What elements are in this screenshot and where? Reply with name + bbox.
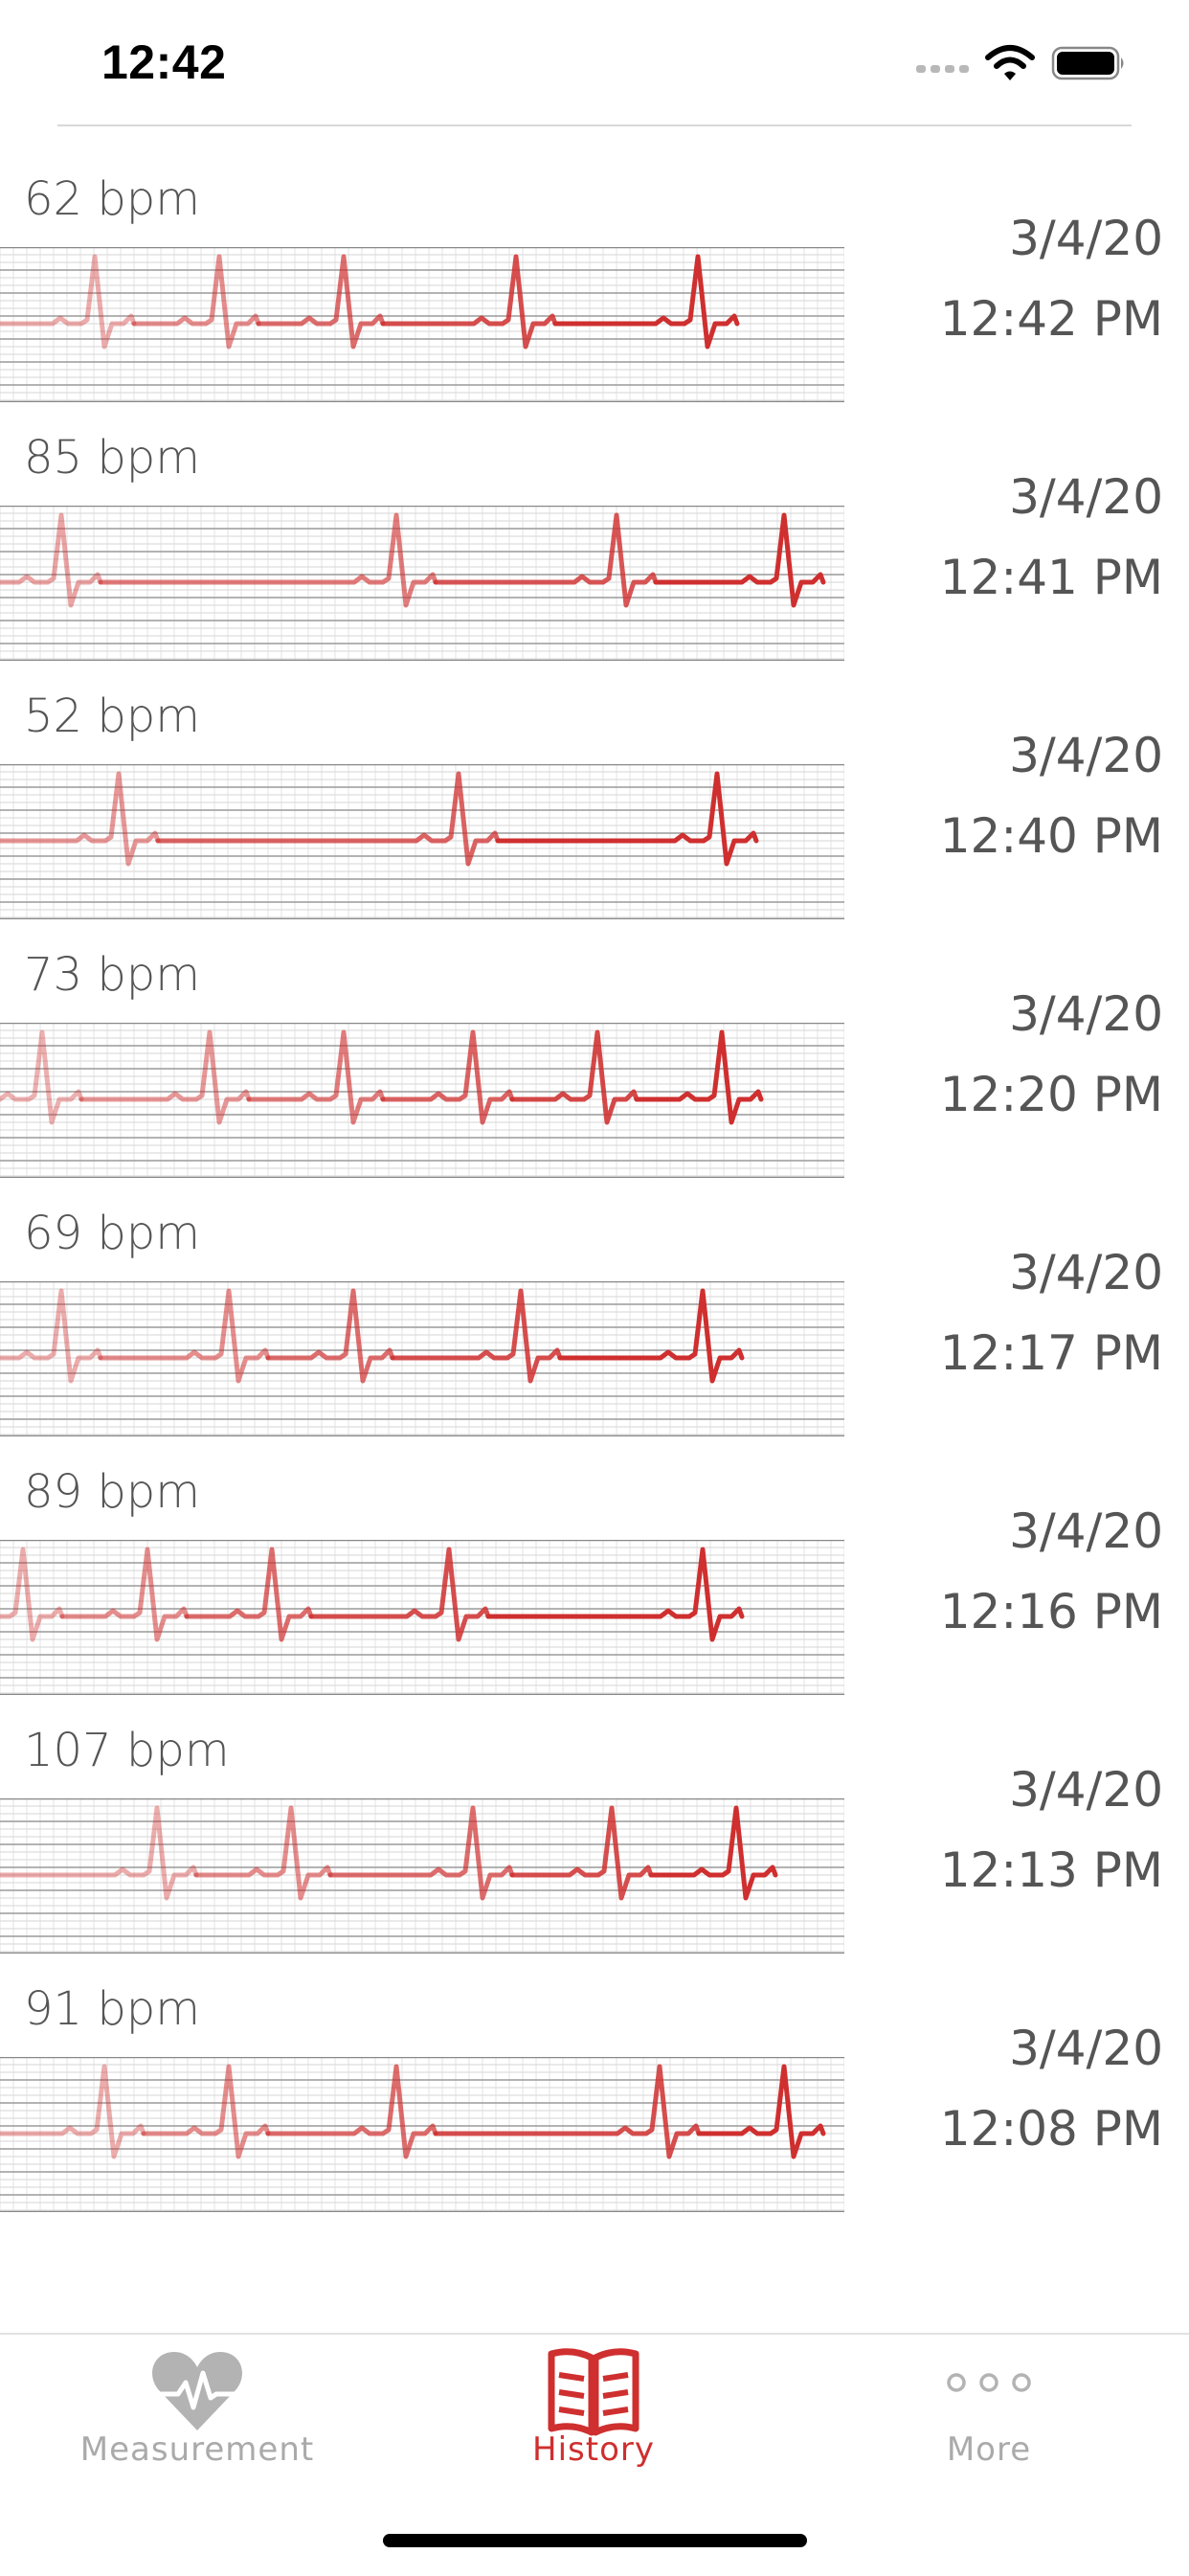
tab-label: More xyxy=(946,2430,1032,2469)
bpm-label: 69 bpm xyxy=(24,1207,201,1260)
ecg-waveform xyxy=(0,1023,844,1178)
history-row[interactable]: 85 bpm 3/4/20 12:41 PM xyxy=(0,414,1189,672)
open-book-icon xyxy=(548,2348,639,2436)
tab-label: History xyxy=(532,2430,655,2469)
tab-label: Measurement xyxy=(79,2430,315,2469)
history-list[interactable]: 62 bpm 3/4/20 12:42 PM 85 bpm 3/4/20 12:… xyxy=(0,155,1189,2224)
measurement-date: 3/4/20 xyxy=(1009,986,1163,1042)
measurement-time: 12:42 PM xyxy=(939,291,1163,347)
bpm-label: 52 bpm xyxy=(24,689,201,743)
measurement-date: 3/4/20 xyxy=(1009,728,1163,783)
ecg-waveform xyxy=(0,1798,844,1954)
ecg-waveform xyxy=(0,1540,844,1695)
measurement-time: 12:16 PM xyxy=(939,1584,1163,1639)
bpm-label: 73 bpm xyxy=(24,948,201,1002)
measurement-date: 3/4/20 xyxy=(1009,469,1163,525)
measurement-date: 3/4/20 xyxy=(1009,1245,1163,1300)
history-row[interactable]: 52 bpm 3/4/20 12:40 PM xyxy=(0,672,1189,931)
tab-more[interactable]: More xyxy=(845,2335,1133,2497)
ecg-waveform xyxy=(0,764,844,919)
ecg-waveform xyxy=(0,1281,844,1436)
measurement-time: 12:20 PM xyxy=(939,1067,1163,1122)
home-indicator xyxy=(383,2534,807,2547)
status-time: 12:42 xyxy=(101,35,227,89)
tab-history[interactable]: History xyxy=(450,2335,737,2497)
measurement-time: 12:08 PM xyxy=(939,2101,1163,2157)
ecg-waveform xyxy=(0,247,844,402)
ecg-waveform xyxy=(0,2057,844,2212)
history-row[interactable]: 91 bpm 3/4/20 12:08 PM xyxy=(0,1965,1189,2224)
measurement-time: 12:13 PM xyxy=(939,1842,1163,1898)
heart-pulse-icon xyxy=(152,2352,242,2430)
bpm-label: 89 bpm xyxy=(24,1465,201,1519)
history-row[interactable]: 62 bpm 3/4/20 12:42 PM xyxy=(0,155,1189,414)
history-row[interactable]: 107 bpm 3/4/20 12:13 PM xyxy=(0,1706,1189,1965)
bpm-label: 85 bpm xyxy=(24,431,201,485)
cellular-signal-icon xyxy=(916,65,969,73)
bpm-label: 107 bpm xyxy=(24,1724,230,1777)
measurement-time: 12:17 PM xyxy=(939,1325,1163,1381)
header-divider xyxy=(57,124,1132,126)
history-row[interactable]: 89 bpm 3/4/20 12:16 PM xyxy=(0,1448,1189,1706)
history-row[interactable]: 69 bpm 3/4/20 12:17 PM xyxy=(0,1189,1189,1448)
measurement-time: 12:41 PM xyxy=(939,550,1163,605)
battery-icon xyxy=(1051,46,1124,80)
wifi-icon xyxy=(985,45,1035,80)
measurement-date: 3/4/20 xyxy=(1009,1503,1163,1559)
history-row[interactable]: 73 bpm 3/4/20 12:20 PM xyxy=(0,931,1189,1189)
measurement-date: 3/4/20 xyxy=(1009,1762,1163,1818)
ellipsis-icon xyxy=(947,2373,1031,2392)
measurement-time: 12:40 PM xyxy=(939,808,1163,864)
bpm-label: 91 bpm xyxy=(24,1982,201,2036)
status-bar: 12:42 xyxy=(0,0,1189,126)
measurement-date: 3/4/20 xyxy=(1009,211,1163,266)
ecg-waveform xyxy=(0,506,844,661)
measurement-date: 3/4/20 xyxy=(1009,2021,1163,2076)
bpm-label: 62 bpm xyxy=(24,172,201,226)
tab-measurement[interactable]: Measurement xyxy=(54,2335,341,2497)
